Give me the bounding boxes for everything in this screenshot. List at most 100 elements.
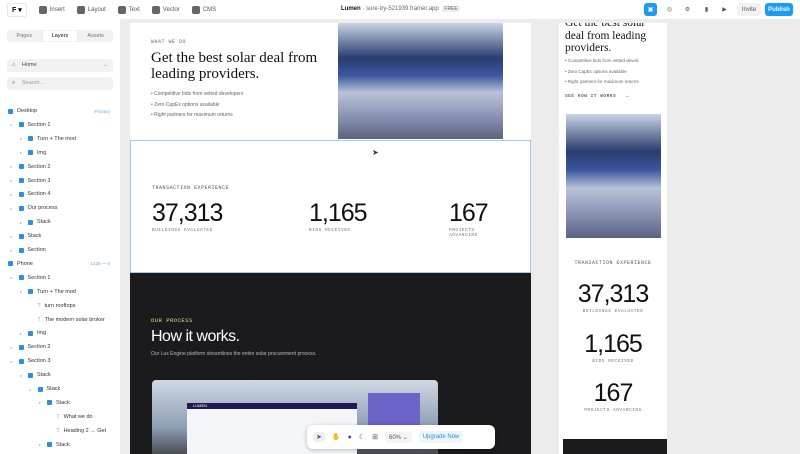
page-select[interactable]: Home ⌄ ⌂ xyxy=(7,59,113,72)
expand-caret-icon[interactable]: ▸ xyxy=(20,331,24,336)
text-button[interactable]: Text xyxy=(117,5,140,14)
stack-icon xyxy=(18,358,24,364)
select-tool-icon[interactable]: ➤ xyxy=(313,432,325,442)
layer-item[interactable]: T The modern solar broker xyxy=(30,317,105,323)
layer-label: Section 2 xyxy=(27,344,51,351)
layer-item[interactable]: T Heading 2 → Get xyxy=(49,428,107,434)
project-title[interactable]: Lumen · sure-try-521939.framer.app FREE xyxy=(341,6,460,12)
expand-caret-icon[interactable]: ▸ xyxy=(11,122,15,127)
expand-caret-icon[interactable]: ▸ xyxy=(20,150,24,155)
cms-button[interactable]: CMS xyxy=(191,5,216,14)
layer-item[interactable]: Phone 1428 — 0 xyxy=(8,261,110,267)
vector-button[interactable]: Vector xyxy=(151,5,180,14)
dark-mode-icon[interactable]: ☾ xyxy=(359,433,365,441)
publish-button[interactable]: Publish xyxy=(765,3,793,16)
invite-button[interactable]: Invite xyxy=(737,3,761,16)
layer-item[interactable]: ▸ Section 1 xyxy=(11,122,51,128)
analytics-icon[interactable]: ▮ xyxy=(700,3,713,16)
hand-tool-icon[interactable]: ✋ xyxy=(332,433,341,441)
layer-item[interactable]: T What we do xyxy=(49,414,93,420)
layer-label: Section 1 xyxy=(27,121,51,128)
layer-label: Section 2 xyxy=(27,163,51,170)
layer-item[interactable]: ▸ Section 4 xyxy=(11,191,51,197)
expand-caret-icon[interactable]: ▸ xyxy=(11,206,15,211)
layer-item[interactable]: ▸ Img xyxy=(20,150,46,156)
stack-icon xyxy=(8,261,13,267)
upgrade-button[interactable]: Upgrade Now xyxy=(418,431,464,443)
top-toolbar: F ▾ Insert Layout Text Vector CMS Lumen … xyxy=(0,0,800,19)
expand-caret-icon[interactable]: ▸ xyxy=(11,164,15,169)
mouse-cursor-icon: ➤ xyxy=(372,148,379,157)
process-text: Our Lux Engine platform streamlines the … xyxy=(151,351,317,357)
section-eyebrow: WHAT WE DO xyxy=(151,39,187,45)
layer-item[interactable]: ▸ Section 3 xyxy=(11,178,51,184)
expand-caret-icon[interactable]: ▸ xyxy=(11,248,15,253)
layer-label: Stack xyxy=(46,386,61,392)
layer-item[interactable]: ▸ Section xyxy=(11,247,46,253)
expand-caret-icon[interactable]: ▸ xyxy=(30,387,34,392)
insert-button[interactable]: Insert xyxy=(38,5,65,14)
layer-label: Section 3 xyxy=(27,177,51,184)
layer-item[interactable]: ▸ Stack xyxy=(30,386,61,392)
settings-icon[interactable]: ⚙ xyxy=(681,3,694,16)
expand-caret-icon[interactable]: ▸ xyxy=(20,289,24,294)
expand-caret-icon[interactable]: ▸ xyxy=(20,373,24,378)
stack-icon xyxy=(28,289,33,295)
layer-item[interactable]: ▸ Stack xyxy=(39,400,70,406)
layer-tag: Primary xyxy=(94,108,111,114)
desktop-frame[interactable]: WHAT WE DO Get the best solar deal from … xyxy=(130,23,531,454)
text-icon xyxy=(117,5,126,14)
comment-icon[interactable]: ● xyxy=(348,434,352,441)
tab-assets[interactable]: Assets xyxy=(78,30,113,42)
layer-item[interactable]: ▸ Section 1 xyxy=(11,275,51,281)
layer-label: turn rooftops xyxy=(44,302,76,309)
stack-icon xyxy=(28,219,33,225)
stack-icon xyxy=(18,205,24,211)
layer-item[interactable]: ▸ Turn + The mod xyxy=(20,136,76,142)
stack-icon xyxy=(18,344,24,350)
layer-item[interactable]: ▸ Stack xyxy=(20,372,51,378)
layer-item[interactable]: ▸ Img xyxy=(20,330,46,336)
layer-item[interactable]: ▸ Stack xyxy=(20,219,51,225)
expand-caret-icon[interactable]: ▸ xyxy=(11,275,15,280)
grid-icon[interactable]: ⊞ xyxy=(372,433,378,441)
layer-label: Stack xyxy=(56,399,70,406)
stats-section[interactable]: TRANSACTION EXPERIENCE 37,313 BUILDINGS E… xyxy=(130,140,531,273)
play-icon[interactable]: ▶ xyxy=(718,3,731,16)
layout-button[interactable]: Layout xyxy=(76,5,106,14)
panel-tabs: Pages Layers Assets xyxy=(7,30,113,42)
tab-pages[interactable]: Pages xyxy=(7,30,42,42)
canvas-toolbar: ➤ ✋ ● ☾ ⊞ 60% ⌄ Upgrade Now xyxy=(307,425,495,449)
expand-caret-icon[interactable]: ▸ xyxy=(20,136,24,141)
layer-label: Desktop xyxy=(17,108,38,114)
layer-item[interactable]: ▸ Section 2 xyxy=(11,164,51,170)
expand-caret-icon[interactable]: ▸ xyxy=(20,220,24,225)
layer-item[interactable]: ▸ Section 2 xyxy=(11,344,51,350)
phone-frame[interactable]: Get the best solar deal from leading pro… xyxy=(559,23,667,454)
layer-item[interactable]: ▸ Stack xyxy=(11,233,42,239)
see-how-link[interactable]: SEE HOW IT WORKS → xyxy=(565,94,629,99)
layer-item[interactable]: Tturn rooftops xyxy=(30,303,76,309)
expand-caret-icon[interactable]: ▸ xyxy=(11,192,15,197)
expand-caret-icon[interactable]: ▸ xyxy=(11,345,15,350)
search-input[interactable]: ⌕ Search... xyxy=(7,77,113,90)
layer-label: Stack xyxy=(56,441,70,448)
expand-caret-icon[interactable]: ▸ xyxy=(39,442,43,447)
framer-menu-button[interactable]: F ▾ xyxy=(7,2,27,17)
panel-toggle-icon[interactable]: ▣ xyxy=(644,3,657,16)
layer-item[interactable]: ▸ Stack xyxy=(39,442,70,448)
expand-caret-icon[interactable]: ▸ xyxy=(11,359,15,364)
layer-item[interactable]: ▸ Turn + The mod xyxy=(20,289,76,295)
globe-icon[interactable]: ◎ xyxy=(663,3,676,16)
layer-label: Section 4 xyxy=(27,191,51,198)
tab-layers[interactable]: Layers xyxy=(42,31,78,41)
layer-item[interactable]: ▸ Section 3 xyxy=(11,358,51,364)
stat-projects: 167 PROJECTS ADVANCING xyxy=(449,199,489,237)
expand-caret-icon[interactable]: ▸ xyxy=(39,400,43,405)
expand-caret-icon[interactable]: ▸ xyxy=(11,178,15,183)
zoom-select[interactable]: 60% ⌄ xyxy=(384,431,412,443)
layer-item[interactable]: Desktop Primary xyxy=(8,108,110,114)
expand-caret-icon[interactable]: ▸ xyxy=(11,234,15,239)
layer-item[interactable]: ▸ Our process xyxy=(11,205,58,211)
stack-icon xyxy=(47,400,52,406)
